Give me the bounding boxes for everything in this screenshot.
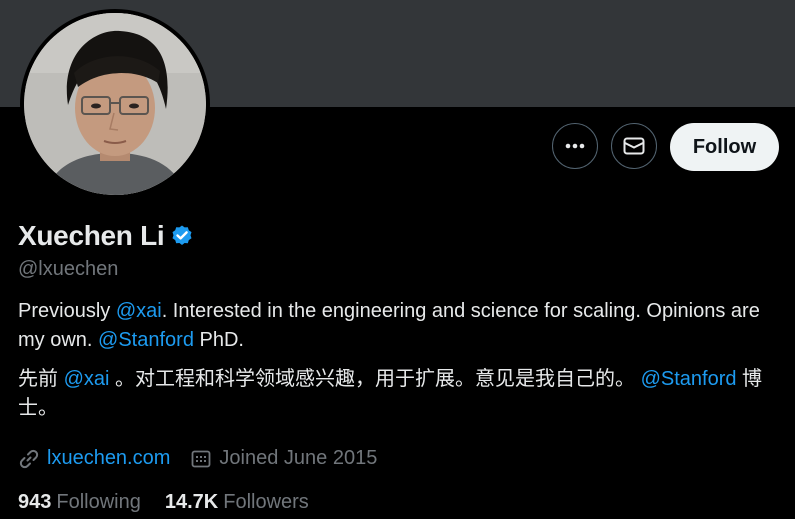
bio-text: 先前	[18, 368, 64, 390]
follow-button[interactable]: Follow	[670, 123, 779, 171]
avatar[interactable]	[24, 13, 206, 195]
joined-item: Joined June 2015	[190, 447, 377, 470]
profile-name-row: Xuechen Li	[18, 220, 194, 252]
following-link[interactable]: 943 Following	[18, 491, 141, 514]
display-name: Xuechen Li	[18, 220, 165, 251]
mention-link-stanford[interactable]: @Stanford	[98, 329, 194, 351]
more-horizontal-icon	[565, 143, 585, 149]
bio-english: Previously @xai. Interested in the engin…	[18, 297, 778, 355]
website-link[interactable]: lxuechen.com	[47, 447, 170, 470]
link-icon	[19, 449, 39, 468]
bio-text: Previously	[18, 300, 116, 322]
more-button[interactable]	[552, 123, 598, 169]
profile-meta: lxuechen.com Joined June 2015	[18, 447, 377, 470]
followers-link[interactable]: 14.7K Followers	[165, 491, 309, 514]
envelope-icon	[623, 137, 645, 155]
calendar-icon	[192, 450, 211, 467]
joined-date: Joined June 2015	[219, 447, 378, 469]
follow-stats: 943 Following 14.7K Followers	[18, 491, 309, 514]
mention-link-stanford[interactable]: @Stanford	[641, 368, 737, 390]
user-handle: @lxuechen	[18, 258, 119, 280]
message-button[interactable]	[611, 123, 657, 169]
verified-badge-icon[interactable]	[170, 224, 194, 248]
mention-link-xai[interactable]: @xai	[116, 300, 162, 322]
following-label: Following	[56, 491, 141, 513]
following-count: 943	[18, 491, 52, 513]
website-item[interactable]: lxuechen.com	[18, 447, 170, 470]
followers-label: Followers	[223, 491, 309, 513]
bio-text: 。对工程和科学领域感兴趣，用于扩展。意见是我自己的。	[109, 368, 641, 390]
bio-chinese: 先前 @xai 。对工程和科学领域感兴趣，用于扩展。意见是我自己的。 @Stan…	[18, 365, 778, 423]
followers-count: 14.7K	[164, 491, 219, 513]
avatar-photo	[24, 13, 206, 195]
mention-link-xai[interactable]: @xai	[64, 368, 110, 390]
bio-text: PhD.	[193, 329, 244, 351]
